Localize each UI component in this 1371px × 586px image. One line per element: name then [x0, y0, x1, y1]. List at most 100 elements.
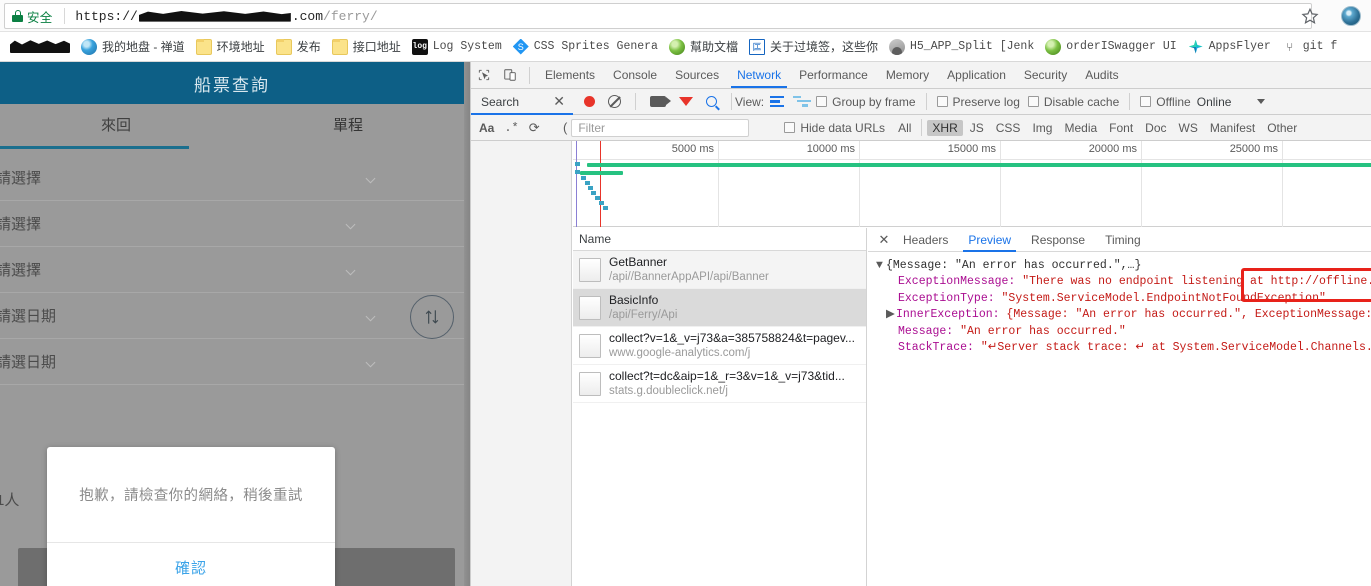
table-row[interactable]: GetBanner /api//BannerAppAPI/api/Banner	[573, 251, 866, 289]
bookmark-item-appsflyer[interactable]: AppsFlyer	[1184, 35, 1278, 59]
tab-application[interactable]: Application	[938, 62, 1015, 88]
bookmark-item-order-swagger[interactable]: orderISwagger UI	[1041, 35, 1183, 59]
resource-type-js[interactable]: JS	[965, 120, 989, 136]
resource-type-font[interactable]: Font	[1104, 120, 1138, 136]
funnel-icon[interactable]	[679, 97, 693, 120]
json-line[interactable]: ▼ {Message: "An error has occurred.",…}	[876, 258, 1371, 274]
tab-audits[interactable]: Audits	[1076, 62, 1127, 88]
field-arrival-port[interactable]: 請選擇	[0, 201, 464, 247]
bookmark-item-env[interactable]: 环境地址	[192, 35, 272, 59]
bookmark-item-release[interactable]: 发布	[272, 35, 328, 59]
tab-sources[interactable]: Sources	[666, 62, 728, 88]
expand-arrow-icon[interactable]: ▼	[876, 258, 886, 274]
resource-type-media[interactable]: Media	[1059, 120, 1102, 136]
expand-arrow-icon[interactable]: ▶	[886, 307, 896, 323]
throttling-value[interactable]: Online	[1197, 95, 1232, 109]
resource-type-xhr[interactable]: XHR	[927, 119, 963, 136]
close-icon[interactable]: ✕	[876, 232, 892, 248]
tab-memory[interactable]: Memory	[877, 62, 938, 88]
reload-icon[interactable]: ⟳	[529, 120, 540, 136]
regex-icon[interactable]: .*	[504, 121, 518, 135]
json-line[interactable]: ExceptionType: "System.ServiceModel.Endp…	[876, 291, 1371, 307]
resource-type-img[interactable]: Img	[1027, 120, 1057, 136]
search-drawer-tab[interactable]: Search ✕	[471, 88, 573, 115]
tab-elements[interactable]: Elements	[536, 62, 604, 88]
timeline-request-marker	[575, 170, 580, 174]
bookmark-item-api[interactable]: 接口地址	[328, 35, 408, 59]
field-departure-date[interactable]: 請選日期	[0, 293, 464, 339]
view-label: View:	[735, 94, 765, 109]
camera-icon[interactable]	[650, 96, 671, 107]
checkbox-label: Offline	[1156, 94, 1191, 109]
bookmark-star-icon[interactable]	[1301, 7, 1319, 25]
security-indicator[interactable]: 安全	[9, 7, 58, 26]
json-preview-body[interactable]: ▼ {Message: "An error has occurred.",…} E…	[868, 252, 1371, 356]
detail-tab-timing[interactable]: Timing	[1096, 228, 1150, 252]
network-timeline-overview[interactable]: 5000 ms 10000 ms 15000 ms 20000 ms 25000…	[573, 141, 1371, 227]
table-row[interactable]: BasicInfo /api/Ferry/Api	[573, 289, 866, 327]
preserve-log-checkbox[interactable]: Preserve log	[936, 95, 1020, 109]
tab-network[interactable]: Network	[728, 62, 790, 88]
field-return-date[interactable]: 請選日期	[0, 339, 464, 385]
request-list-header[interactable]: Name	[573, 228, 866, 251]
group-by-frame-checkbox[interactable]: Group by frame	[816, 95, 916, 109]
offline-checkbox[interactable]: Offline	[1140, 94, 1191, 109]
tab-round-trip[interactable]: 來回	[0, 114, 232, 135]
hide-data-urls-checkbox[interactable]: Hide data URLs	[784, 121, 885, 135]
resource-type-all[interactable]: All	[893, 120, 916, 136]
address-bar[interactable]: 安全 https:// .com/ferry/	[4, 3, 1312, 29]
bookmark-item-css-sprites[interactable]: CSS Sprites Genera	[509, 35, 665, 59]
search-drawer-pane[interactable]	[471, 141, 572, 586]
bookmark-item-log-system[interactable]: log Log System	[408, 35, 509, 59]
disable-cache-checkbox[interactable]: Disable cache	[1027, 95, 1119, 109]
bookmark-item-h5-app-split[interactable]: H5_APP_Split [Jenk	[885, 35, 1041, 59]
detail-tab-preview[interactable]: Preview	[959, 228, 1020, 252]
resource-type-css[interactable]: CSS	[991, 120, 1026, 136]
table-row[interactable]: collect?t=dc&aip=1&_r=3&v=1&_v=j73&tid..…	[573, 365, 866, 403]
table-row[interactable]: collect?v=1&_v=j73&a=385758824&t=pagev..…	[573, 327, 866, 365]
resource-type-other[interactable]: Other	[1262, 120, 1302, 136]
checkbox-label: Hide data URLs	[800, 120, 886, 135]
detail-tab-response[interactable]: Response	[1022, 228, 1094, 252]
field-return-port[interactable]: 請選擇	[0, 247, 464, 293]
tab-performance[interactable]: Performance	[790, 62, 877, 88]
list-view-icon[interactable]	[770, 95, 785, 108]
tab-console[interactable]: Console	[604, 62, 666, 88]
record-button-icon[interactable]	[584, 96, 595, 107]
tab-one-way[interactable]: 單程	[232, 114, 464, 135]
device-toolbar-icon[interactable]	[497, 62, 523, 88]
tab-security[interactable]: Security	[1015, 62, 1076, 88]
field-departure-port[interactable]: 請選擇	[0, 155, 464, 201]
timeline-gridline	[1000, 141, 1001, 227]
json-line[interactable]: Message: "An error has occurred."	[876, 324, 1371, 340]
resource-type-ws[interactable]: WS	[1174, 120, 1203, 136]
timeline-request-marker	[585, 181, 590, 185]
json-line[interactable]: StackTrace: "↵Server stack trace: ↵ at S…	[876, 340, 1371, 356]
swap-ports-button[interactable]	[410, 295, 454, 339]
json-line[interactable]: ▶InnerException: {Message: "An error has…	[876, 307, 1371, 323]
waterfall-view-icon[interactable]	[793, 95, 811, 108]
filter-input[interactable]: Filter	[571, 118, 750, 137]
dialog-confirm-button[interactable]: 確認	[47, 543, 335, 586]
chevron-down-icon[interactable]	[1257, 99, 1266, 104]
inspect-element-icon[interactable]	[471, 62, 497, 88]
resource-type-doc[interactable]: Doc	[1140, 120, 1171, 136]
timeline-tick: 25000 ms	[1229, 143, 1278, 155]
json-line[interactable]: ExceptionMessage: "There was no endpoint…	[876, 274, 1371, 290]
field-placeholder: 請選擇	[0, 216, 42, 233]
detail-tab-headers[interactable]: Headers	[894, 228, 957, 252]
json-value: "There was no endpoint listening at http…	[1015, 275, 1371, 289]
bookmark-item-zentao[interactable]: 我的地盘 - 禅道	[77, 35, 192, 59]
bookmark-item-help-doc[interactable]: 幫助文檔	[665, 35, 745, 59]
bookmark-item-redacted[interactable]	[6, 35, 77, 59]
clear-filter-icon[interactable]: (	[563, 120, 567, 135]
close-icon[interactable]: ✕	[553, 93, 565, 110]
resource-type-manifest[interactable]: Manifest	[1205, 120, 1260, 136]
bookmark-item-transit-visa[interactable]: 匞 关于过境签，这些你	[745, 35, 885, 59]
case-sensitive-icon[interactable]: Aa	[479, 121, 494, 135]
search-icon[interactable]	[706, 96, 717, 107]
profile-avatar-icon[interactable]	[1341, 6, 1361, 26]
load-event-marker	[600, 141, 601, 227]
clear-network-icon[interactable]	[608, 95, 621, 108]
bookmark-item-git[interactable]: ⑂ git f	[1278, 35, 1345, 59]
